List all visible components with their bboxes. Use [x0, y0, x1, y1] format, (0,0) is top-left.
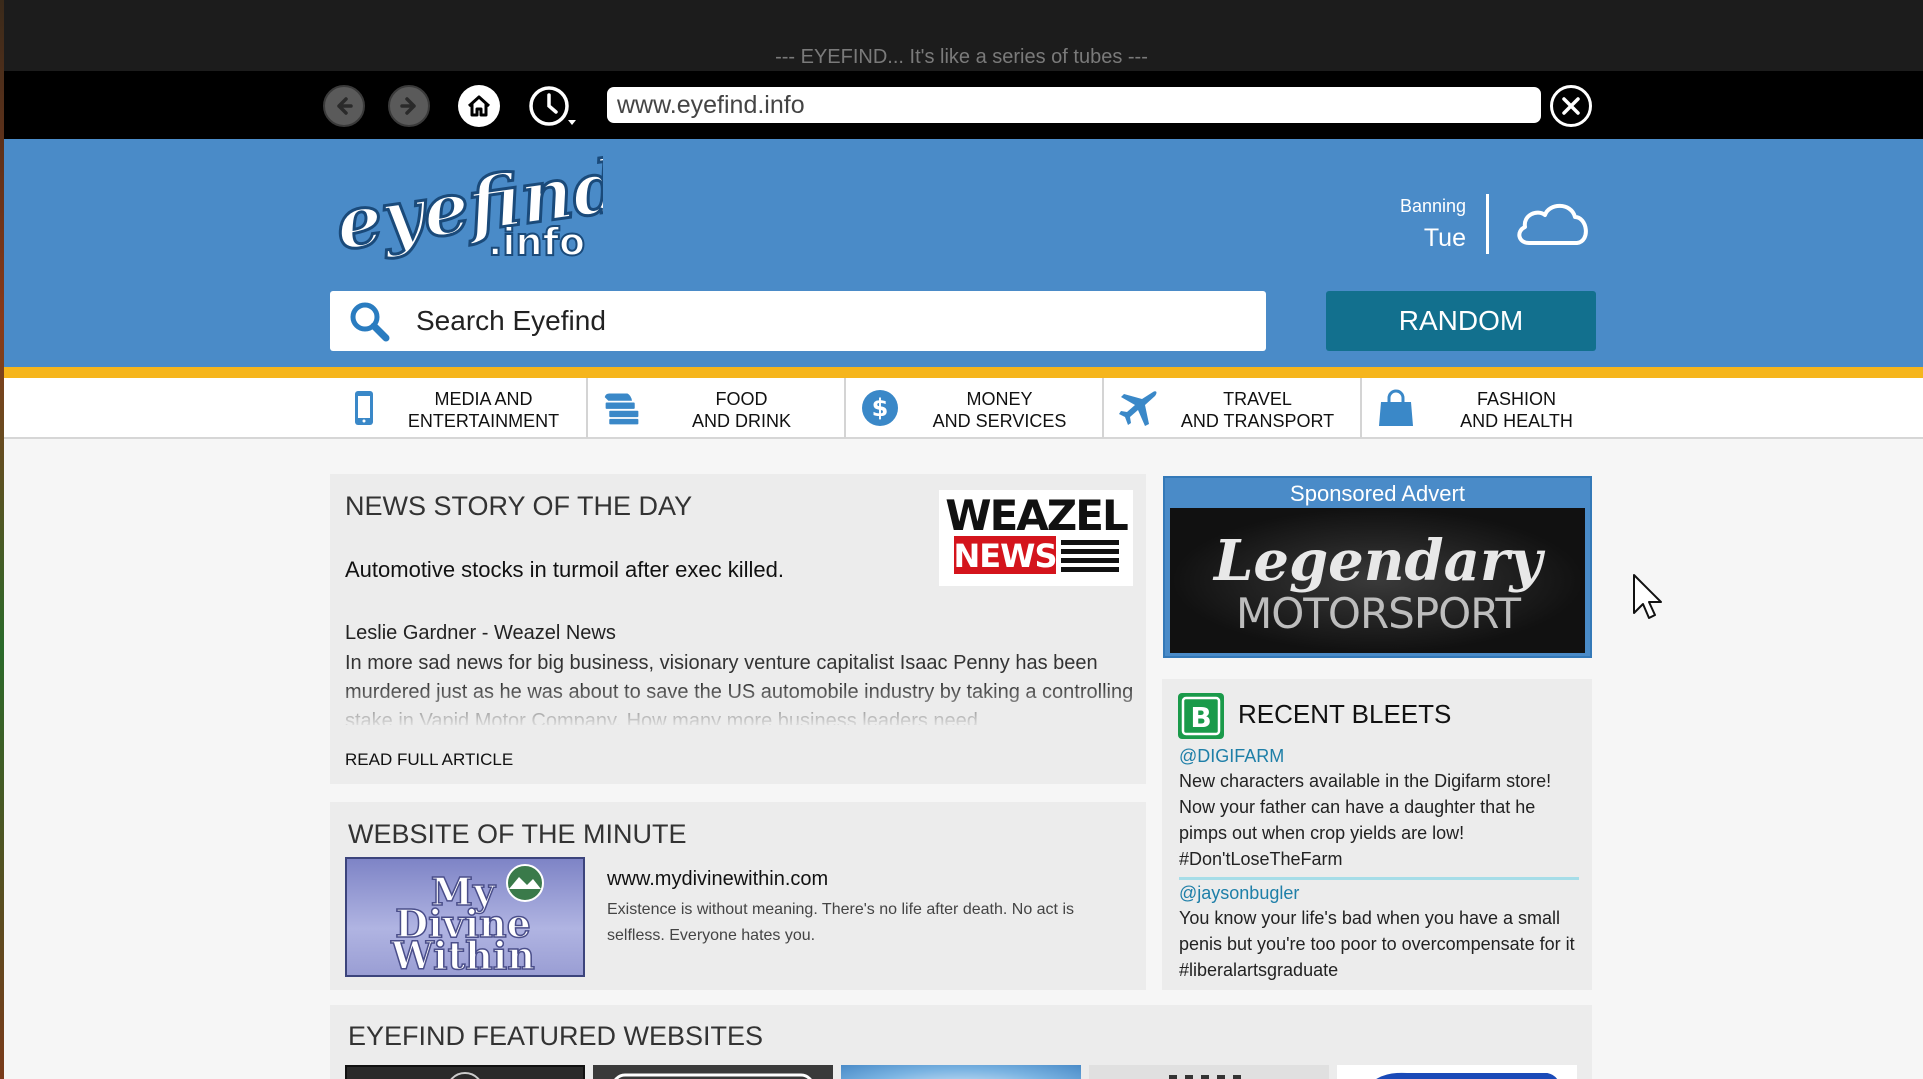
address-bar[interactable]: www.eyefind.info: [607, 87, 1541, 123]
weazel-logo-bottom: NEWS: [954, 537, 1057, 575]
news-story-panel: NEWS STORY OF THE DAY Automotive stocks …: [330, 474, 1146, 784]
featured-site-thumbnail[interactable]: [841, 1065, 1081, 1079]
news-heading: NEWS STORY OF THE DAY: [345, 491, 693, 521]
browser-toolbar: www.eyefind.info: [0, 71, 1923, 139]
category-label-line2: AND SERVICES: [932, 411, 1067, 431]
background-edge: [0, 0, 4, 1079]
back-button[interactable]: [323, 85, 365, 127]
sponsored-advert[interactable]: Sponsored Advert Legendary MOTORSPORT: [1163, 476, 1592, 658]
category-label-line1: MEDIA AND: [434, 389, 533, 409]
thumbnail-text-line3: Within: [390, 933, 535, 975]
category-food-drink[interactable]: FOOD AND DRINK: [588, 378, 846, 438]
weazel-logo-top: WEAZEL: [945, 491, 1128, 540]
search-icon: [350, 302, 390, 342]
news-byline: Leslie Gardner - Weazel News: [345, 622, 616, 644]
mydivinewithin-thumbnail[interactable]: My Divine Within: [345, 857, 585, 979]
search-input[interactable]: Search Eyefind: [416, 291, 606, 351]
website-of-minute-heading: WEBSITE OF THE MINUTE: [348, 819, 687, 849]
category-bar: MEDIA AND ENTERTAINMENT FOOD AND DRINK $ M…: [0, 378, 1923, 439]
advert-line2: MOTORSPORT: [1236, 589, 1521, 638]
category-label-line2: AND TRANSPORT: [1180, 411, 1335, 431]
bleet-text: You know your life's bad when you have a…: [1179, 908, 1575, 980]
category-media-entertainment[interactable]: MEDIA AND ENTERTAINMENT: [330, 378, 588, 438]
category-travel-transport[interactable]: TRAVEL AND TRANSPORT: [1104, 378, 1362, 438]
eyefind-logo[interactable]: eyefind .info: [328, 141, 630, 275]
featured-site-thumbnail[interactable]: [1089, 1065, 1329, 1079]
food-icon: [604, 393, 639, 425]
browser-tagline: --- EYEFIND... It's like a series of tub…: [775, 46, 1148, 68]
website-description: Existence is without meaning. There's no…: [607, 901, 1074, 944]
news-headline[interactable]: Automotive stocks in turmoil after exec …: [345, 557, 784, 583]
featured-websites-heading: EYEFIND FEATURED WEBSITES: [348, 1021, 764, 1051]
category-label-line1: TRAVEL: [1223, 389, 1292, 409]
news-body-fade: [345, 684, 1135, 729]
website-of-minute-panel: WEBSITE OF THE MINUTE My Divine Within w…: [330, 802, 1146, 990]
logo-text-info: .info: [488, 220, 585, 264]
site-header: eyefind .info Banning Tue Search Eyefind…: [0, 139, 1923, 367]
bleet-user-link[interactable]: @jaysonbugler: [1179, 883, 1299, 904]
close-button[interactable]: [1550, 85, 1592, 127]
category-label-line1: FOOD: [715, 389, 768, 409]
cloud-icon: [1513, 197, 1591, 252]
forward-button[interactable]: [388, 85, 430, 127]
weazel-news-logo: WEAZEL NEWS: [939, 490, 1133, 586]
category-label-line2: ENTERTAINMENT: [407, 411, 560, 431]
random-button[interactable]: RANDOM: [1326, 291, 1596, 351]
featured-site-thumbnail[interactable]: [593, 1065, 833, 1079]
category-money-services[interactable]: $ MONEY AND SERVICES: [846, 378, 1104, 438]
search-box[interactable]: Search Eyefind: [330, 291, 1266, 351]
shopping-bag-icon: [1379, 389, 1413, 426]
svg-text:$: $: [872, 394, 889, 422]
home-button[interactable]: [458, 85, 500, 127]
weather-divider: [1486, 194, 1489, 254]
featured-site-thumbnail[interactable]: [345, 1065, 585, 1079]
featured-site-thumbnail[interactable]: [1337, 1065, 1577, 1079]
mouse-cursor: [1632, 573, 1664, 626]
bleet-separator: [1179, 877, 1579, 880]
advert-line1: Legendary: [1212, 528, 1545, 594]
phone-icon: [355, 391, 373, 425]
bleet-user-link[interactable]: @DIGIFARM: [1179, 746, 1284, 767]
bleet-text: New characters available in the Digifarm…: [1179, 771, 1552, 869]
close-icon: [1562, 97, 1580, 115]
recent-bleets-heading: RECENT BLEETS: [1238, 699, 1452, 729]
weather-location: Banning: [1399, 196, 1466, 216]
read-full-article-link[interactable]: READ FULL ARTICLE: [345, 750, 513, 770]
category-fashion-health[interactable]: FASHION AND HEALTH: [1362, 378, 1620, 438]
website-url-link[interactable]: www.mydivinewithin.com: [607, 868, 828, 891]
category-label-line2: AND HEALTH: [1460, 411, 1573, 431]
featured-websites-panel: EYEFIND FEATURED WEBSITES: [330, 1005, 1592, 1079]
advert-title: Sponsored Advert: [1290, 481, 1465, 506]
plane-icon: [1119, 391, 1157, 426]
category-label-line2: AND DRINK: [691, 411, 791, 431]
arrow-left-icon: [337, 97, 353, 115]
recent-bleets-panel: B RECENT BLEETS @DIGIFARM New characters…: [1162, 679, 1592, 990]
weather-day: Tue: [1423, 224, 1466, 252]
browser-title-bar: --- EYEFIND... It's like a series of tub…: [0, 0, 1923, 71]
clock-icon: [529, 86, 576, 126]
arrow-right-icon: [400, 97, 416, 115]
category-label-line1: FASHION: [1476, 389, 1556, 409]
category-label-line1: MONEY: [966, 389, 1033, 409]
history-button[interactable]: [528, 85, 578, 129]
bleeter-icon: B: [1178, 693, 1224, 739]
bleeter-icon-letter: B: [1190, 701, 1211, 734]
home-icon: [467, 95, 491, 117]
header-accent-stripe: [0, 367, 1923, 378]
legendary-motorsport-banner[interactable]: Legendary MOTORSPORT: [1170, 508, 1585, 653]
dollar-icon: $: [862, 390, 898, 426]
